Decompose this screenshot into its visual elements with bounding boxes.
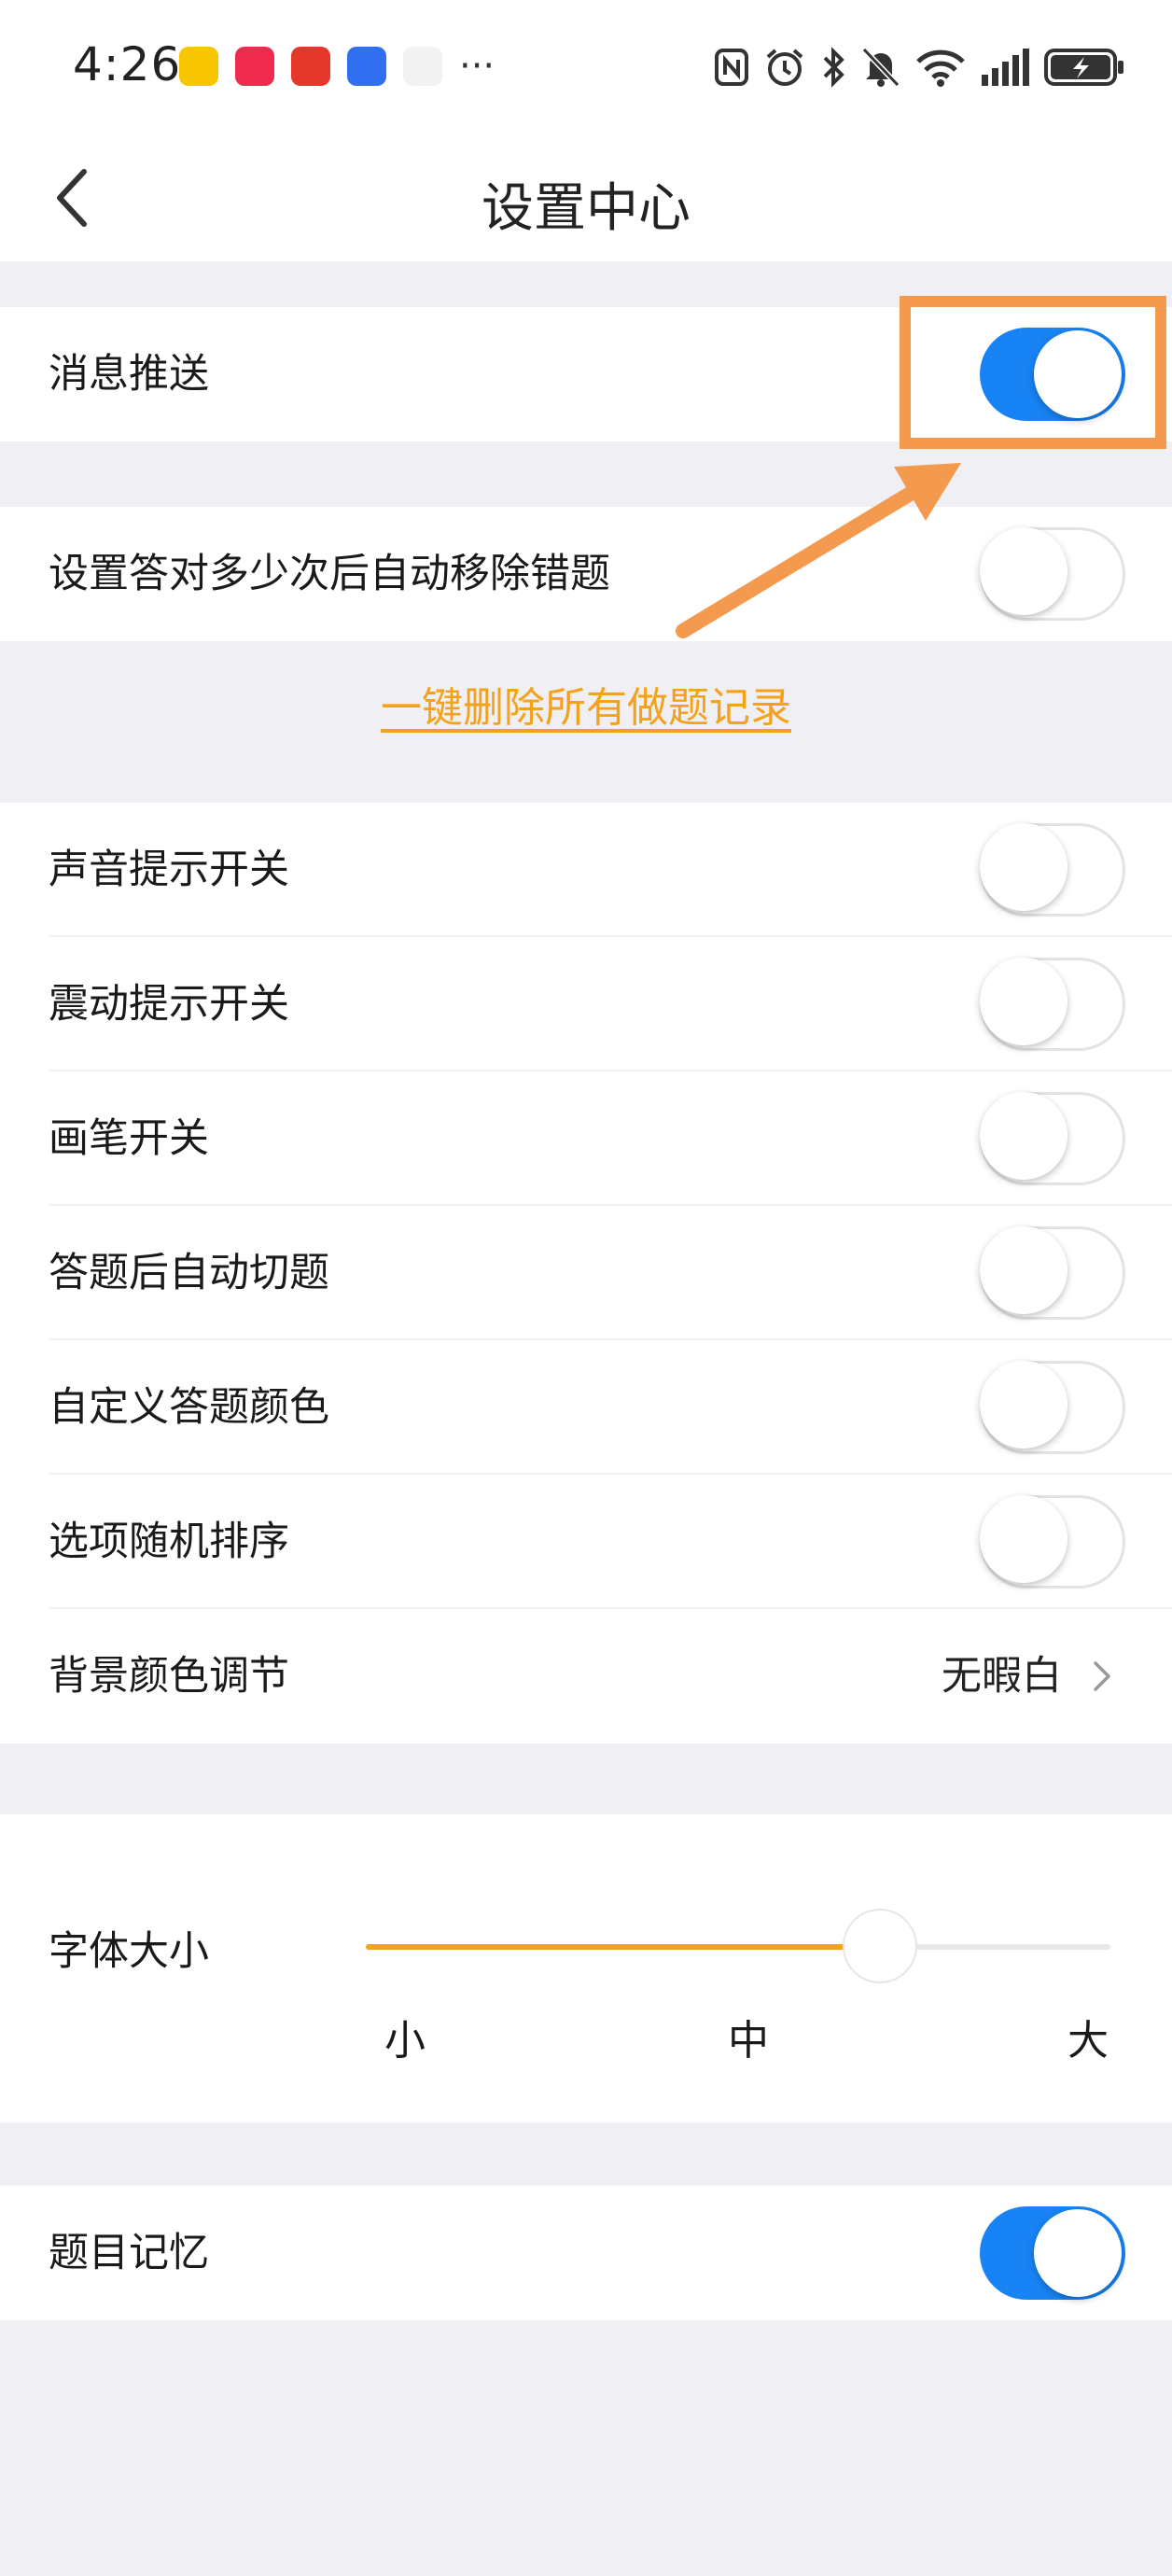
annotation-arrow [676, 463, 961, 638]
